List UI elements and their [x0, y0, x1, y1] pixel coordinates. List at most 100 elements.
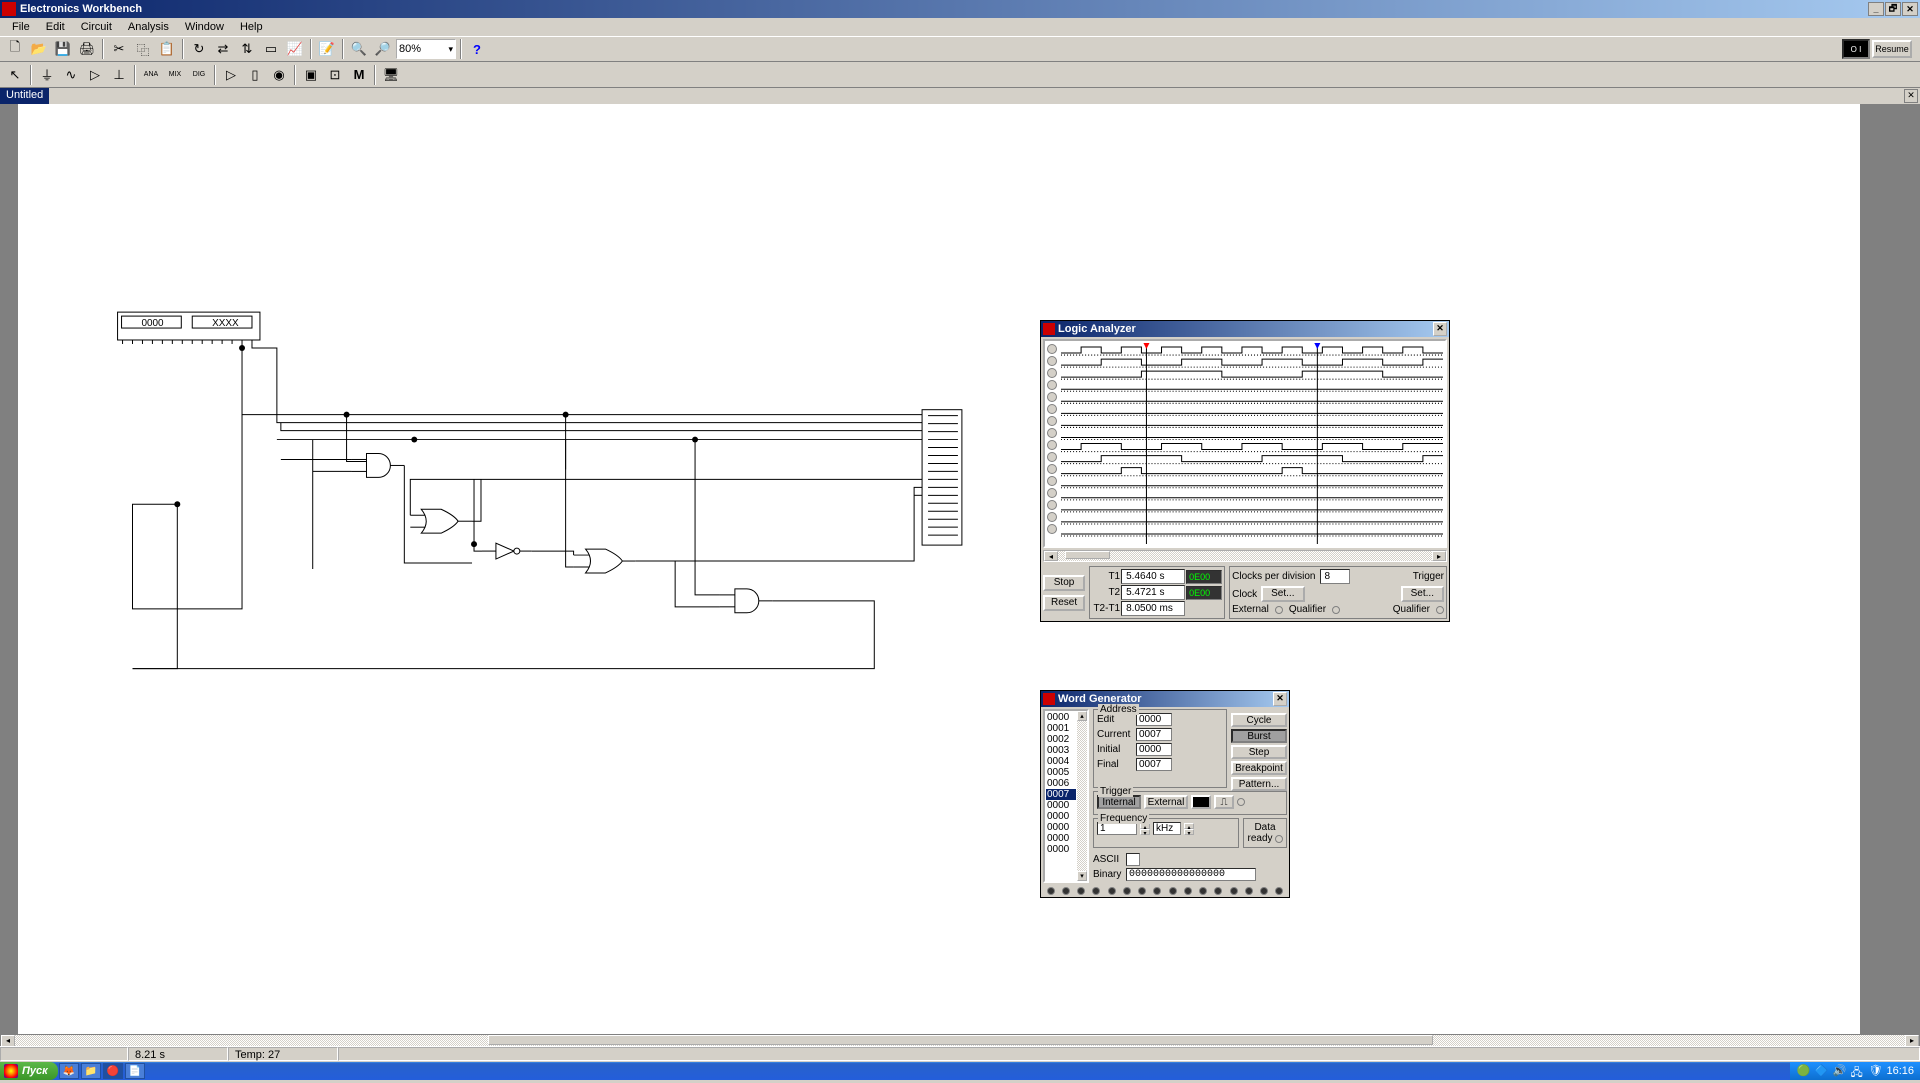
wg-list-item[interactable]: 0007 — [1046, 789, 1076, 800]
cut-icon[interactable]: ✂ — [108, 38, 130, 60]
la-scroll-thumb[interactable] — [1065, 551, 1110, 559]
wg-freq-down[interactable]: ▾ — [1140, 829, 1150, 835]
la-scroll-right[interactable]: ▸ — [1432, 551, 1446, 561]
copy-icon[interactable]: ⿻ — [132, 38, 154, 60]
la-scroll-track[interactable] — [1058, 551, 1432, 561]
wg-internal-button[interactable]: Internal — [1097, 795, 1141, 809]
minimize-button[interactable]: _ — [1868, 2, 1884, 16]
zoom-out-icon[interactable]: 🔍 — [348, 38, 370, 60]
zoom-in-icon[interactable]: 🔎 — [372, 38, 394, 60]
subcircuit-icon[interactable]: ▭ — [260, 38, 282, 60]
wg-binary-input[interactable] — [1126, 868, 1256, 881]
restore-button[interactable]: 🗗 — [1885, 2, 1901, 16]
wg-list-item[interactable]: 0000 — [1046, 800, 1076, 811]
sources-icon[interactable]: ⏚ — [36, 64, 58, 86]
wg-burst-button[interactable]: Burst — [1231, 729, 1287, 743]
select-icon[interactable]: ↖ — [4, 64, 26, 86]
diodes-icon[interactable]: ▷ — [84, 64, 106, 86]
task-item-firefox[interactable]: 🦊 — [59, 1063, 79, 1079]
wg-list-item[interactable]: 0004 — [1046, 756, 1076, 767]
menu-analysis[interactable]: Analysis — [120, 20, 177, 34]
canvas[interactable]: 0000 XXXX — [18, 104, 1860, 1034]
wg-cycle-button[interactable]: Cycle — [1231, 713, 1287, 727]
wg-edge-neg-button[interactable]: ⎍ — [1214, 795, 1234, 809]
task-item-doc[interactable]: 📄 — [125, 1063, 145, 1079]
flip-h-icon[interactable]: ⇄ — [212, 38, 234, 60]
instruments-icon[interactable]: 🖥 — [380, 64, 402, 86]
ic-icon[interactable]: ▯ — [244, 64, 266, 86]
la-waveform-display[interactable] — [1043, 339, 1447, 548]
menu-help[interactable]: Help — [232, 20, 271, 34]
la-trigger-set-button[interactable]: Set... — [1401, 586, 1444, 602]
wg-freq-unit[interactable] — [1153, 822, 1181, 835]
wg-vscroll[interactable]: ▴ ▾ — [1077, 711, 1087, 881]
wg-pattern-button[interactable]: Pattern... — [1231, 777, 1287, 791]
wg-final-input[interactable] — [1136, 758, 1172, 771]
analog-icon[interactable]: ANA — [140, 64, 162, 86]
graph-icon[interactable]: 📈 — [284, 38, 306, 60]
document-close-button[interactable]: ✕ — [1904, 89, 1918, 103]
word-generator-close-button[interactable]: ✕ — [1273, 692, 1287, 706]
gates-icon[interactable]: ▷ — [220, 64, 242, 86]
misc-icon[interactable]: ⊡ — [324, 64, 346, 86]
wg-list-item[interactable]: 0005 — [1046, 767, 1076, 778]
tray-icon-2[interactable]: 🔷 — [1814, 1064, 1828, 1078]
la-reset-button[interactable]: Reset — [1043, 595, 1085, 611]
new-icon[interactable]: 🗋 — [4, 38, 26, 60]
rotate-icon[interactable]: ↻ — [188, 38, 210, 60]
simulate-switch[interactable]: O I — [1842, 39, 1870, 59]
wg-initial-input[interactable] — [1136, 743, 1172, 756]
wg-scroll-down[interactable]: ▾ — [1077, 871, 1087, 881]
tray-network-icon[interactable]: 🖧 — [1850, 1064, 1864, 1078]
memory-icon[interactable]: M — [348, 64, 370, 86]
wg-list-item[interactable]: 0000 — [1046, 712, 1076, 723]
zoom-combo[interactable]: 80% — [396, 39, 456, 59]
close-button[interactable]: ✕ — [1902, 2, 1918, 16]
task-item-explorer[interactable]: 📁 — [81, 1063, 101, 1079]
resume-button[interactable]: Resume — [1872, 40, 1912, 58]
open-icon[interactable]: 📂 — [28, 38, 50, 60]
wg-list-item[interactable]: 0002 — [1046, 734, 1076, 745]
tray-icon-5[interactable]: 🛡 — [1868, 1064, 1882, 1078]
wg-ascii-input[interactable] — [1126, 853, 1140, 866]
wg-list-item[interactable]: 0000 — [1046, 822, 1076, 833]
basic-icon[interactable]: ∿ — [60, 64, 82, 86]
scroll-thumb[interactable] — [488, 1035, 1433, 1045]
logic-analyzer-close-button[interactable]: ✕ — [1433, 322, 1447, 336]
logic-analyzer-dialog[interactable]: Logic Analyzer ✕ — [1040, 320, 1450, 622]
wg-external-button[interactable]: External — [1144, 795, 1188, 809]
wg-list-item[interactable]: 0006 — [1046, 778, 1076, 789]
menu-file[interactable]: File — [4, 20, 38, 34]
wg-list-item[interactable]: 0001 — [1046, 723, 1076, 734]
wg-list-item[interactable]: 0003 — [1046, 745, 1076, 756]
word-generator-titlebar[interactable]: Word Generator ✕ — [1041, 691, 1289, 707]
logic-analyzer-titlebar[interactable]: Logic Analyzer ✕ — [1041, 321, 1449, 337]
la-stop-button[interactable]: Stop — [1043, 575, 1085, 591]
mixed-icon[interactable]: MIX — [164, 64, 186, 86]
transistors-icon[interactable]: ⊥ — [108, 64, 130, 86]
wg-list-item[interactable]: 0000 — [1046, 811, 1076, 822]
la-clock-set-button[interactable]: Set... — [1261, 586, 1304, 602]
wg-list-item[interactable]: 0000 — [1046, 833, 1076, 844]
controls-icon[interactable]: ▣ — [300, 64, 322, 86]
wg-edge-pos-button[interactable] — [1191, 795, 1211, 809]
menu-edit[interactable]: Edit — [38, 20, 73, 34]
wg-edit-input[interactable] — [1136, 713, 1172, 726]
wg-unit-down[interactable]: ▾ — [1184, 829, 1194, 835]
wg-scroll-up[interactable]: ▴ — [1077, 711, 1087, 721]
word-generator-dialog[interactable]: Word Generator ✕ 00000001000200030004000… — [1040, 690, 1290, 898]
wg-list-item[interactable]: 0000 — [1046, 844, 1076, 855]
flip-v-icon[interactable]: ⇅ — [236, 38, 258, 60]
help-icon[interactable]: ? — [466, 38, 488, 60]
menu-window[interactable]: Window — [177, 20, 232, 34]
la-hscroll[interactable]: ◂ ▸ — [1043, 550, 1447, 562]
properties-icon[interactable]: 📝 — [316, 38, 338, 60]
indicators-icon[interactable]: ◉ — [268, 64, 290, 86]
paste-icon[interactable]: 📋 — [156, 38, 178, 60]
wg-current-input[interactable] — [1136, 728, 1172, 741]
save-icon[interactable]: 💾 — [52, 38, 74, 60]
start-button[interactable]: Пуск — [0, 1062, 58, 1080]
wg-step-button[interactable]: Step — [1231, 745, 1287, 759]
la-scroll-left[interactable]: ◂ — [1044, 551, 1058, 561]
document-tab[interactable]: Untitled — [0, 88, 49, 104]
